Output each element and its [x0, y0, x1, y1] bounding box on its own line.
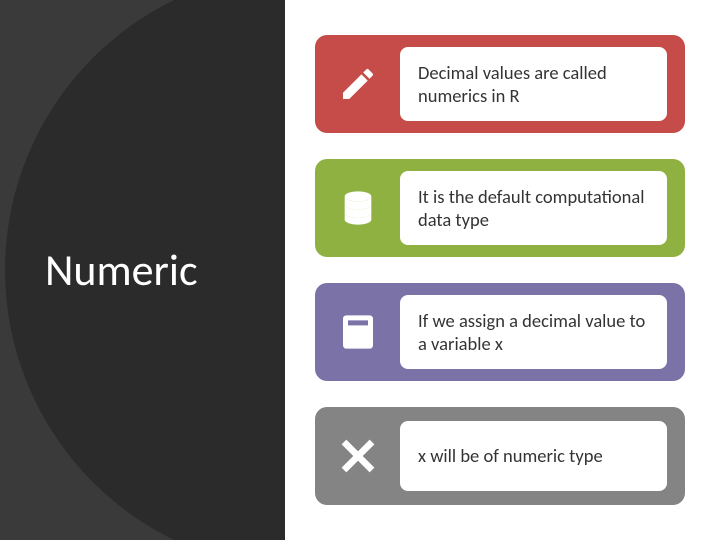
- left-panel: Numeric: [0, 0, 285, 540]
- pencil-icon: [315, 64, 400, 104]
- calculator-icon: [315, 312, 400, 352]
- card-text: Decimal values are called numerics in R: [400, 47, 667, 121]
- cards-panel: Decimal values are called numerics in R …: [285, 0, 720, 540]
- card-text: x will be of numeric type: [400, 421, 667, 491]
- database-icon: [315, 188, 400, 228]
- cross-icon: [315, 436, 400, 476]
- info-card: If we assign a decimal value to a variab…: [315, 283, 685, 381]
- slide-title: Numeric: [45, 243, 198, 297]
- info-card: x will be of numeric type: [315, 407, 685, 505]
- card-text: If we assign a decimal value to a variab…: [400, 295, 667, 369]
- info-card: Decimal values are called numerics in R: [315, 35, 685, 133]
- card-text: It is the default computational data typ…: [400, 171, 667, 245]
- slide: Numeric Decimal values are called numeri…: [0, 0, 720, 540]
- info-card: It is the default computational data typ…: [315, 159, 685, 257]
